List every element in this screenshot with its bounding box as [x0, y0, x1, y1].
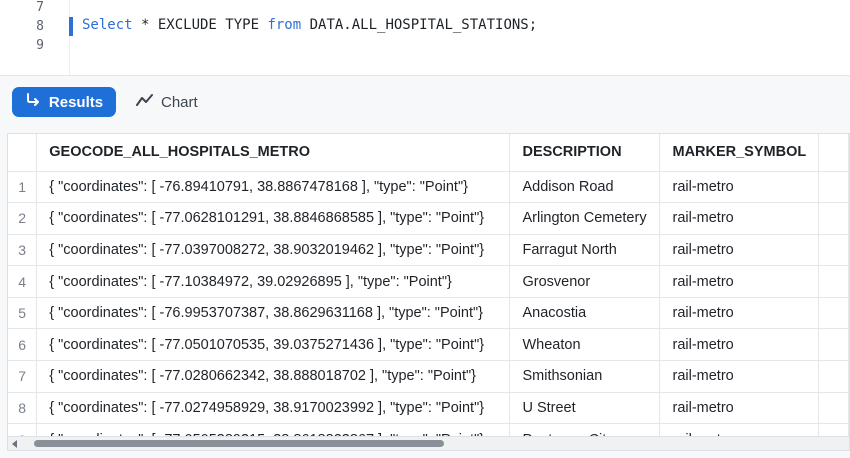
header-row: GEOCODE_ALL_HOSPITALS_METRO DESCRIPTION …: [8, 134, 849, 172]
row-number[interactable]: 1: [8, 171, 38, 204]
line-number: 9: [36, 38, 44, 53]
cell-extra: [818, 328, 849, 362]
row-number[interactable]: 7: [8, 360, 38, 393]
results-label: Results: [48, 93, 104, 111]
code-line[interactable]: Select * EXCLUDE TYPE from DATA.ALL_HOSP…: [82, 17, 537, 33]
cell-geocode[interactable]: { "coordinates": [ -77.0274958929, 38.91…: [36, 392, 511, 425]
cell-geocode[interactable]: { "coordinates": [ -76.9953707387, 38.86…: [36, 297, 511, 330]
line-number: 7: [36, 0, 44, 15]
chart-tab-button[interactable]: Chart: [136, 87, 198, 117]
scrollbar-thumb[interactable]: [34, 440, 444, 447]
cell-description[interactable]: Addison Road: [509, 171, 661, 204]
cell-extra: [818, 423, 849, 436]
row-number[interactable]: 5: [8, 297, 38, 330]
cell-geocode[interactable]: { "coordinates": [ -77.10384972, 39.0292…: [36, 265, 511, 298]
cell-description[interactable]: Smithsonian: [509, 360, 661, 393]
sql-keyword: Select: [82, 17, 133, 33]
cell-marker-symbol[interactable]: rail-metro: [659, 265, 820, 298]
active-line-marker: [69, 17, 73, 36]
cell-extra: [818, 360, 849, 393]
sql-keyword: from: [267, 17, 302, 33]
row-number[interactable]: 4: [8, 265, 38, 298]
column-header-extra[interactable]: [818, 134, 849, 172]
line-number: 8: [36, 19, 44, 34]
cell-description[interactable]: Anacostia: [509, 297, 661, 330]
return-arrow-icon: [25, 92, 41, 112]
scroll-left-icon[interactable]: [12, 440, 17, 448]
table-row[interactable]: 8{ "coordinates": [ -77.0274958929, 38.9…: [8, 392, 849, 425]
column-header-description[interactable]: DESCRIPTION: [509, 134, 661, 172]
cell-marker-symbol[interactable]: rail-metro: [659, 234, 820, 267]
column-header-geocode[interactable]: GEOCODE_ALL_HOSPITALS_METRO: [36, 134, 511, 172]
cell-marker-symbol[interactable]: rail-metro: [659, 297, 820, 330]
table-row[interactable]: 9{ "coordinates": [ -77.0505389315, 38.8…: [8, 423, 849, 436]
cell-marker-symbol[interactable]: rail-metro: [659, 202, 820, 235]
column-header-marker-symbol[interactable]: MARKER_SYMBOL: [659, 134, 820, 172]
sql-text: * EXCLUDE TYPE: [132, 17, 268, 33]
cell-marker-symbol[interactable]: rail-metro: [659, 328, 820, 362]
cell-extra: [818, 265, 849, 298]
chart-label: Chart: [161, 93, 198, 111]
results-tab-button[interactable]: Results: [12, 87, 116, 117]
table-row[interactable]: 6{ "coordinates": [ -77.0501070535, 39.0…: [8, 328, 849, 362]
row-number[interactable]: 2: [8, 202, 38, 235]
table-row[interactable]: 7{ "coordinates": [ -77.0280662342, 38.8…: [8, 360, 849, 393]
line-chart-icon: [136, 93, 153, 111]
cell-description[interactable]: Pentagon City: [509, 423, 661, 436]
cell-marker-symbol[interactable]: rail-metro: [659, 360, 820, 393]
results-grid[interactable]: GEOCODE_ALL_HOSPITALS_METRO DESCRIPTION …: [7, 133, 850, 437]
row-number[interactable]: 6: [8, 328, 38, 362]
cell-geocode[interactable]: { "coordinates": [ -77.0397008272, 38.90…: [36, 234, 511, 267]
cell-extra: [818, 171, 849, 204]
cell-geocode[interactable]: { "coordinates": [ -77.0501070535, 39.03…: [36, 328, 511, 362]
cell-geocode[interactable]: { "coordinates": [ -77.0628101291, 38.88…: [36, 202, 511, 235]
sql-editor[interactable]: 7 8 9 Select * EXCLUDE TYPE from DATA.AL…: [0, 0, 850, 75]
table-row[interactable]: 1{ "coordinates": [ -76.89410791, 38.886…: [8, 171, 849, 204]
row-number[interactable]: 8: [8, 392, 38, 425]
horizontal-scrollbar[interactable]: [7, 437, 850, 451]
sql-text: DATA.ALL_HOSPITAL_STATIONS;: [301, 17, 538, 33]
line-number-gutter: 7 8 9: [0, 0, 70, 75]
results-toolbar: Results Chart: [0, 75, 850, 127]
table-row[interactable]: 5{ "coordinates": [ -76.9953707387, 38.8…: [8, 297, 849, 330]
row-number-header: [8, 134, 38, 172]
table-row[interactable]: 4{ "coordinates": [ -77.10384972, 39.029…: [8, 265, 849, 298]
results-panel: GEOCODE_ALL_HOSPITALS_METRO DESCRIPTION …: [0, 127, 850, 458]
cell-geocode[interactable]: { "coordinates": [ -77.0280662342, 38.88…: [36, 360, 511, 393]
cell-geocode[interactable]: { "coordinates": [ -77.0505389315, 38.86…: [36, 423, 511, 436]
cell-description[interactable]: Wheaton: [509, 328, 661, 362]
cell-description[interactable]: Farragut North: [509, 234, 661, 267]
cell-geocode[interactable]: { "coordinates": [ -76.89410791, 38.8867…: [36, 171, 511, 204]
cell-extra: [818, 392, 849, 425]
table-row[interactable]: 3{ "coordinates": [ -77.0397008272, 38.9…: [8, 234, 849, 267]
cell-extra: [818, 297, 849, 330]
cell-marker-symbol[interactable]: rail-metro: [659, 423, 820, 436]
cell-marker-symbol[interactable]: rail-metro: [659, 171, 820, 204]
results-table: GEOCODE_ALL_HOSPITALS_METRO DESCRIPTION …: [8, 134, 849, 436]
row-number[interactable]: 3: [8, 234, 38, 267]
cell-extra: [818, 234, 849, 267]
cell-extra: [818, 202, 849, 235]
cell-description[interactable]: Grosvenor: [509, 265, 661, 298]
cell-description[interactable]: U Street: [509, 392, 661, 425]
cell-description[interactable]: Arlington Cemetery: [509, 202, 661, 235]
row-number[interactable]: 9: [8, 423, 38, 436]
table-row[interactable]: 2{ "coordinates": [ -77.0628101291, 38.8…: [8, 202, 849, 235]
cell-marker-symbol[interactable]: rail-metro: [659, 392, 820, 425]
